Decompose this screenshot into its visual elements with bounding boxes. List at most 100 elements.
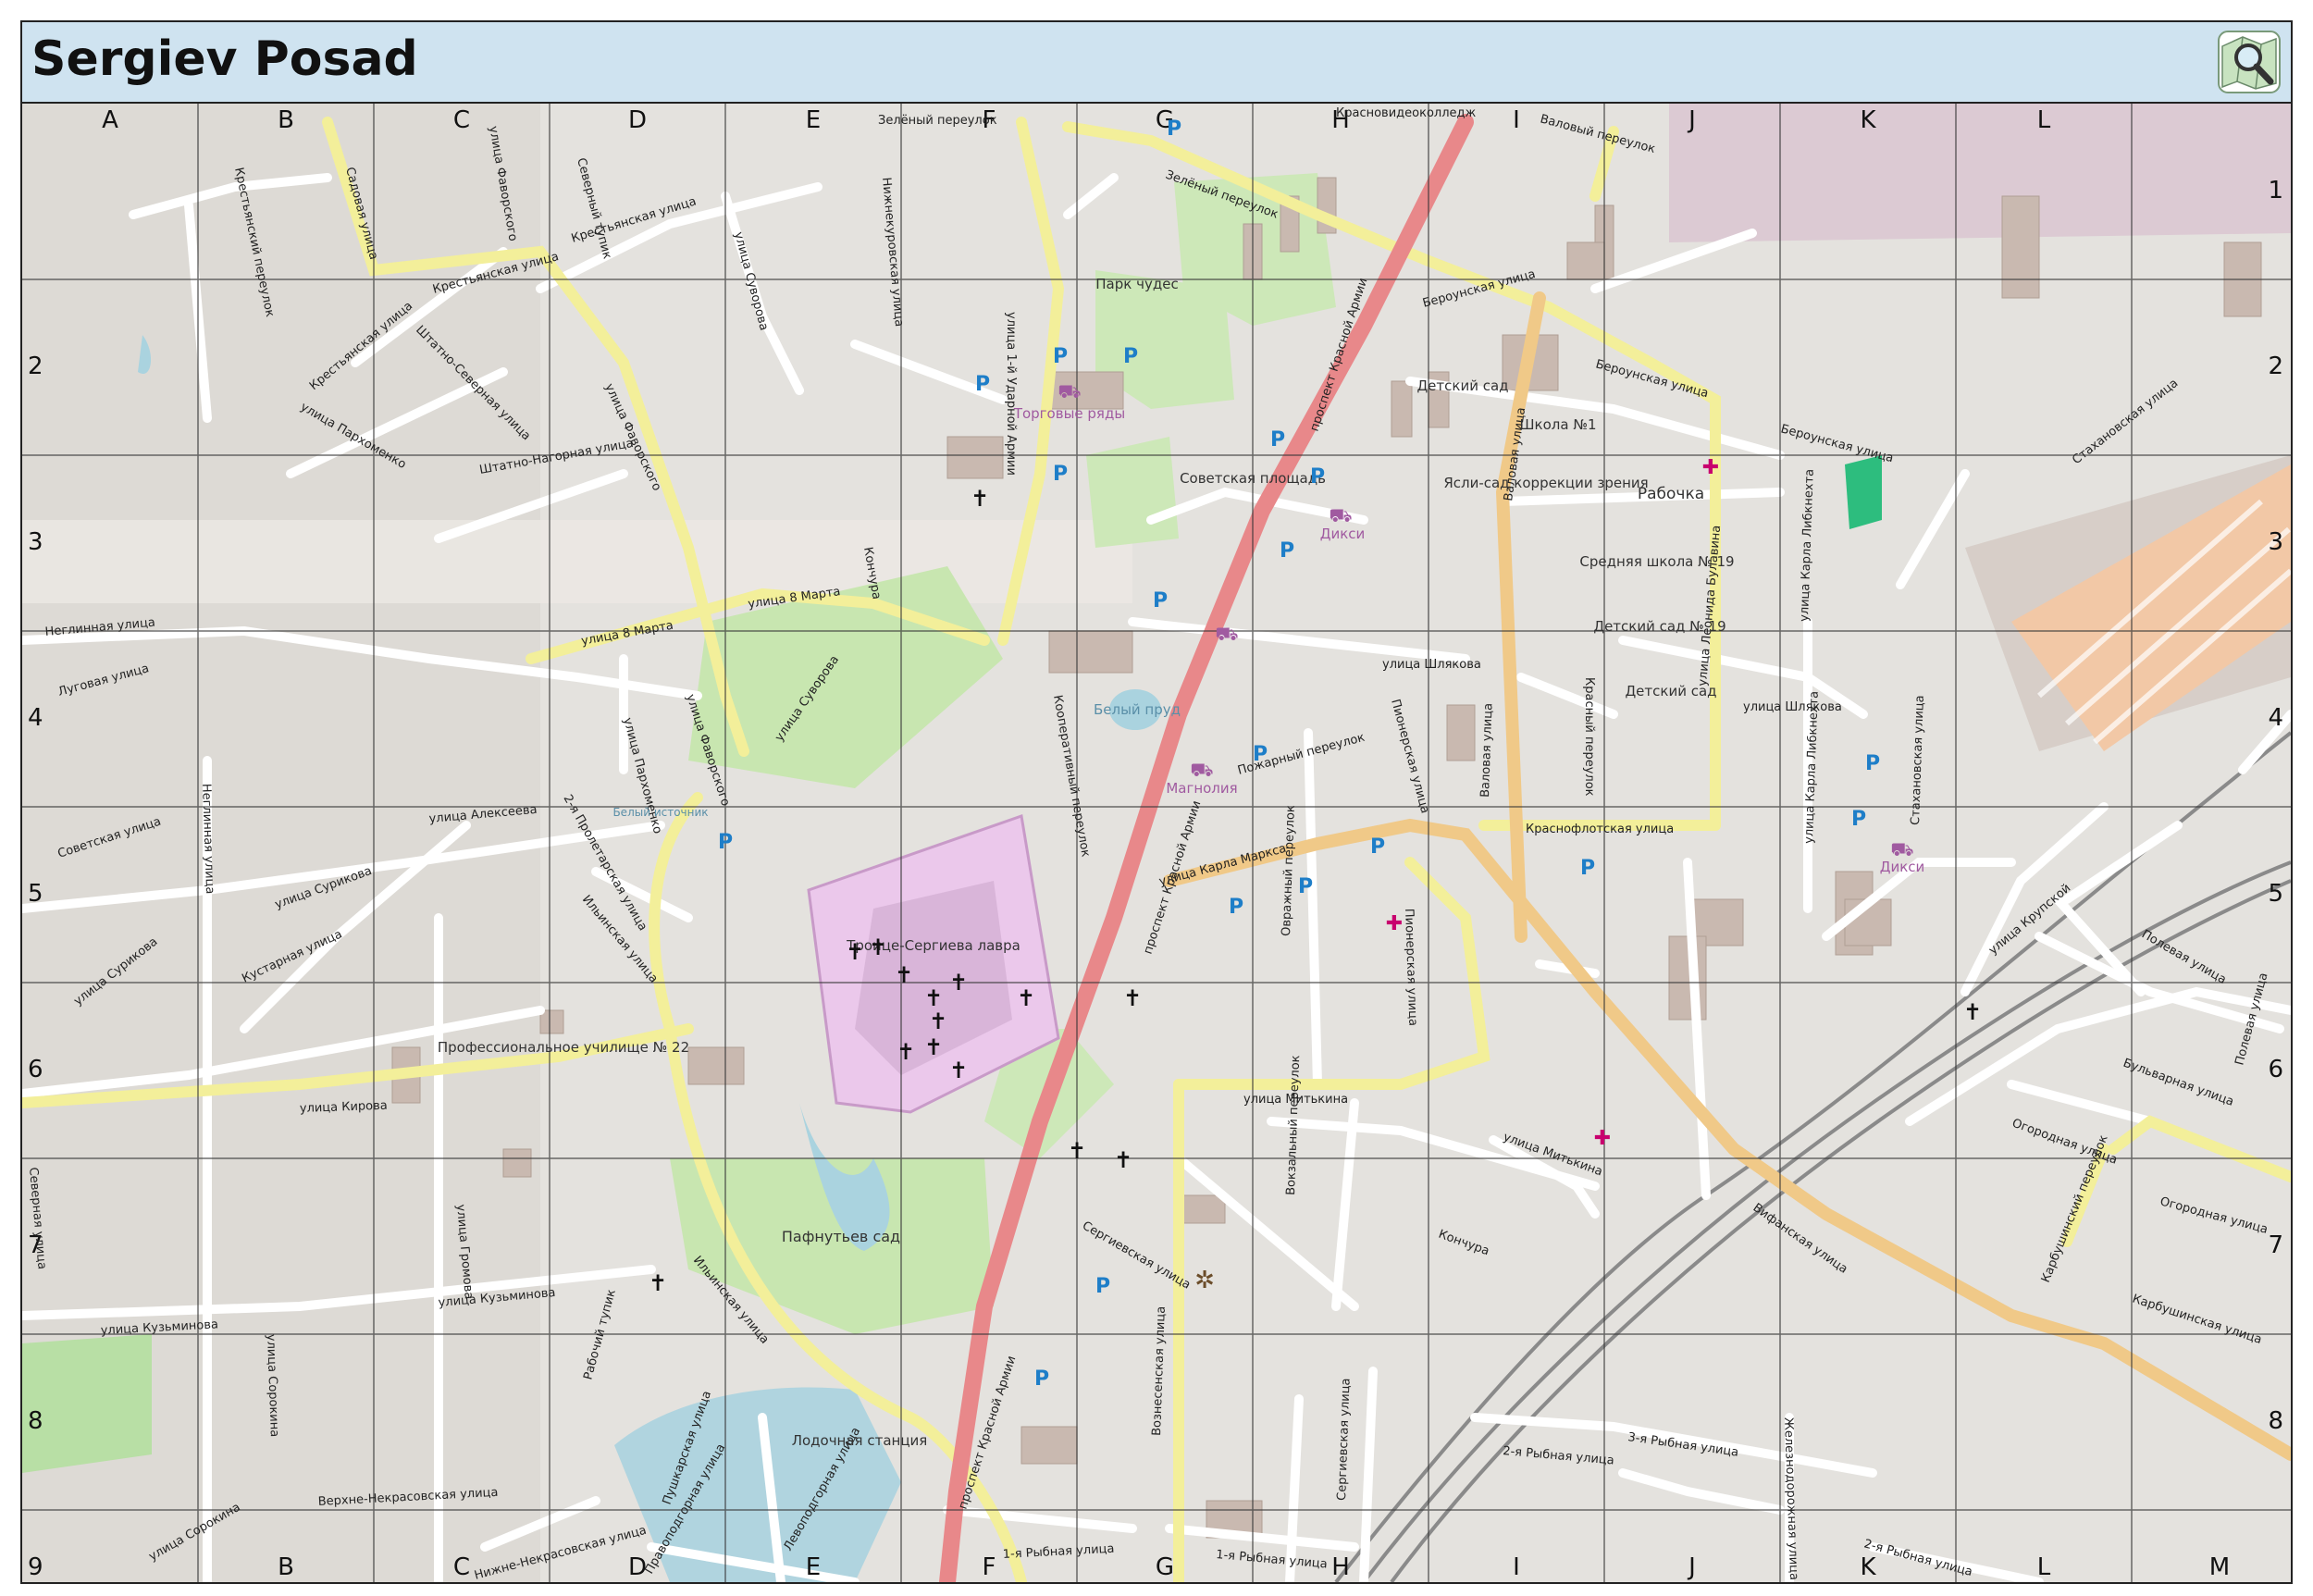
grid-col-label: E bbox=[806, 106, 821, 134]
grid-col-label: H bbox=[1331, 1553, 1350, 1581]
pharmacy-icon: ✚ bbox=[1386, 912, 1403, 935]
place-label: Ясли-сад коррекции зрения bbox=[1443, 475, 1648, 491]
parking-icon: P bbox=[1580, 857, 1595, 880]
grid-col-label: B bbox=[278, 1553, 294, 1581]
parking-icon: P bbox=[1034, 1367, 1049, 1391]
grid-col-label: D bbox=[628, 106, 647, 134]
grid-row-label: 5 bbox=[2268, 880, 2283, 908]
grid-row-label: 8 bbox=[28, 1407, 43, 1435]
parking-icon: P bbox=[1095, 1275, 1110, 1298]
place-label: Средняя школа № 19 bbox=[1579, 553, 1734, 570]
parking-icon: P bbox=[1167, 118, 1181, 141]
parking-icon: P bbox=[1851, 808, 1866, 831]
place-label: Белый источник bbox=[612, 806, 708, 819]
church-icon: ✝ bbox=[1114, 1147, 1132, 1173]
parking-icon: P bbox=[1865, 752, 1880, 775]
grid-col-label: J bbox=[1687, 1553, 1696, 1581]
shop-icon: ⛟ bbox=[1190, 759, 1213, 781]
grid-row-label: 3 bbox=[28, 528, 43, 556]
grid-row-label: 2 bbox=[28, 353, 43, 380]
parking-icon: P bbox=[1053, 463, 1068, 486]
grid-col-label: E bbox=[806, 1553, 821, 1581]
street-label: Красный переулок bbox=[1582, 677, 1596, 797]
shop-icon: ⛟ bbox=[1058, 380, 1081, 402]
place-label: Дикси bbox=[1320, 526, 1366, 542]
parking-icon: P bbox=[1270, 428, 1285, 452]
grid-col-label: K bbox=[1860, 1553, 1876, 1581]
grid-col-label: K bbox=[1860, 106, 1876, 134]
grid-row-label: 6 bbox=[28, 1056, 43, 1083]
shop-icon: ⛟ bbox=[1329, 504, 1352, 526]
parking-icon: P bbox=[1153, 589, 1168, 612]
grid-row-label: 4 bbox=[2268, 704, 2283, 732]
grid-col-label: C bbox=[453, 1553, 470, 1581]
grid-row-label: 3 bbox=[2268, 528, 2283, 556]
openstreetmap-logo-icon bbox=[2218, 31, 2281, 93]
church-icon: ✝ bbox=[897, 1039, 915, 1065]
street-label: улица Шлякова bbox=[1743, 700, 1842, 714]
church-icon: ✝ bbox=[846, 939, 864, 965]
church-icon: ✝ bbox=[1123, 985, 1142, 1011]
parking-icon: P bbox=[1298, 875, 1313, 898]
place-label: Парк чудес bbox=[1095, 276, 1178, 292]
parking-icon: P bbox=[975, 373, 990, 396]
grid-row-label: 1 bbox=[2268, 177, 2283, 204]
parking-icon: P bbox=[1310, 465, 1325, 489]
grid-row-label: 5 bbox=[28, 880, 43, 908]
street-label: улица 1-й Ударной Армии bbox=[1004, 312, 1018, 476]
grid-col-label: J bbox=[1687, 106, 1696, 134]
grid-row-label: 4 bbox=[28, 704, 43, 732]
place-label: Детский сад bbox=[1416, 377, 1508, 394]
church-icon: ✝ bbox=[649, 1270, 667, 1296]
grid-col-label: C bbox=[453, 106, 470, 134]
church-icon: ✝ bbox=[924, 985, 943, 1011]
parking-icon: P bbox=[1229, 896, 1243, 919]
grid-row-label: 7 bbox=[2268, 1231, 2283, 1259]
map-svg[interactable]: A B C D E F G H I J K L B C D E F G H I … bbox=[22, 104, 2291, 1582]
memorial-icon: ✲ bbox=[1194, 1267, 1215, 1294]
grid-row-label: 6 bbox=[2268, 1056, 2283, 1083]
parking-icon: P bbox=[1280, 539, 1294, 563]
church-icon: ✝ bbox=[971, 486, 989, 512]
place-label: Пафнутьев сад bbox=[782, 1228, 900, 1245]
grid-col-label: M bbox=[2209, 1553, 2230, 1581]
grid-row-label: 8 bbox=[2268, 1407, 2283, 1435]
church-icon: ✝ bbox=[949, 970, 968, 996]
grid-col-label: G bbox=[1156, 1553, 1174, 1581]
street-label: Красновидеоколледж bbox=[1336, 106, 1477, 120]
title-bar: Sergiev Posad bbox=[22, 22, 2291, 104]
place-label: Школа №1 bbox=[1520, 416, 1597, 433]
place-label: Белый пруд bbox=[1094, 701, 1181, 718]
map-title: Sergiev Posad bbox=[31, 31, 418, 87]
place-label: Профессиональное училище № 22 bbox=[438, 1039, 689, 1056]
grid-col-label: L bbox=[2037, 106, 2051, 134]
shop-icon: ⛟ bbox=[1890, 838, 1913, 860]
grid-col-label: A bbox=[102, 106, 118, 134]
grid-col-label: I bbox=[1513, 1553, 1520, 1581]
grid-row-label: 2 bbox=[2268, 353, 2283, 380]
church-icon: ✝ bbox=[1963, 999, 1982, 1025]
street-label: Зелёный переулок bbox=[878, 114, 997, 128]
place-label: Магнолия bbox=[1166, 780, 1237, 797]
church-icon: ✝ bbox=[949, 1058, 968, 1083]
place-label: Рабочка bbox=[1638, 485, 1704, 503]
map-frame: Sergiev Posad A B C D E F G H I J K L B … bbox=[20, 20, 2293, 1584]
grid-col-label: I bbox=[1513, 106, 1520, 134]
street-label: улица Шлякова bbox=[1382, 658, 1481, 672]
pharmacy-icon: ✚ bbox=[1594, 1127, 1611, 1150]
grid-row-label: 9 bbox=[28, 1553, 43, 1581]
church-icon: ✝ bbox=[929, 1008, 947, 1034]
grid-col-label: B bbox=[278, 106, 294, 134]
shop-icon: ⛟ bbox=[1215, 623, 1238, 645]
map-canvas[interactable]: A B C D E F G H I J K L B C D E F G H I … bbox=[22, 104, 2291, 1582]
place-label: Лодочная станция bbox=[792, 1432, 928, 1449]
place-label: Детский сад bbox=[1625, 683, 1716, 699]
place-label: Советская площадь bbox=[1180, 470, 1326, 487]
pharmacy-icon: ✚ bbox=[1702, 456, 1719, 479]
place-label: Детский сад № 19 bbox=[1593, 618, 1725, 635]
grid-col-label: F bbox=[983, 1553, 996, 1581]
church-icon: ✝ bbox=[869, 934, 887, 960]
parking-icon: P bbox=[718, 831, 733, 854]
parking-icon: P bbox=[1053, 345, 1068, 368]
church-icon: ✝ bbox=[1017, 985, 1035, 1011]
